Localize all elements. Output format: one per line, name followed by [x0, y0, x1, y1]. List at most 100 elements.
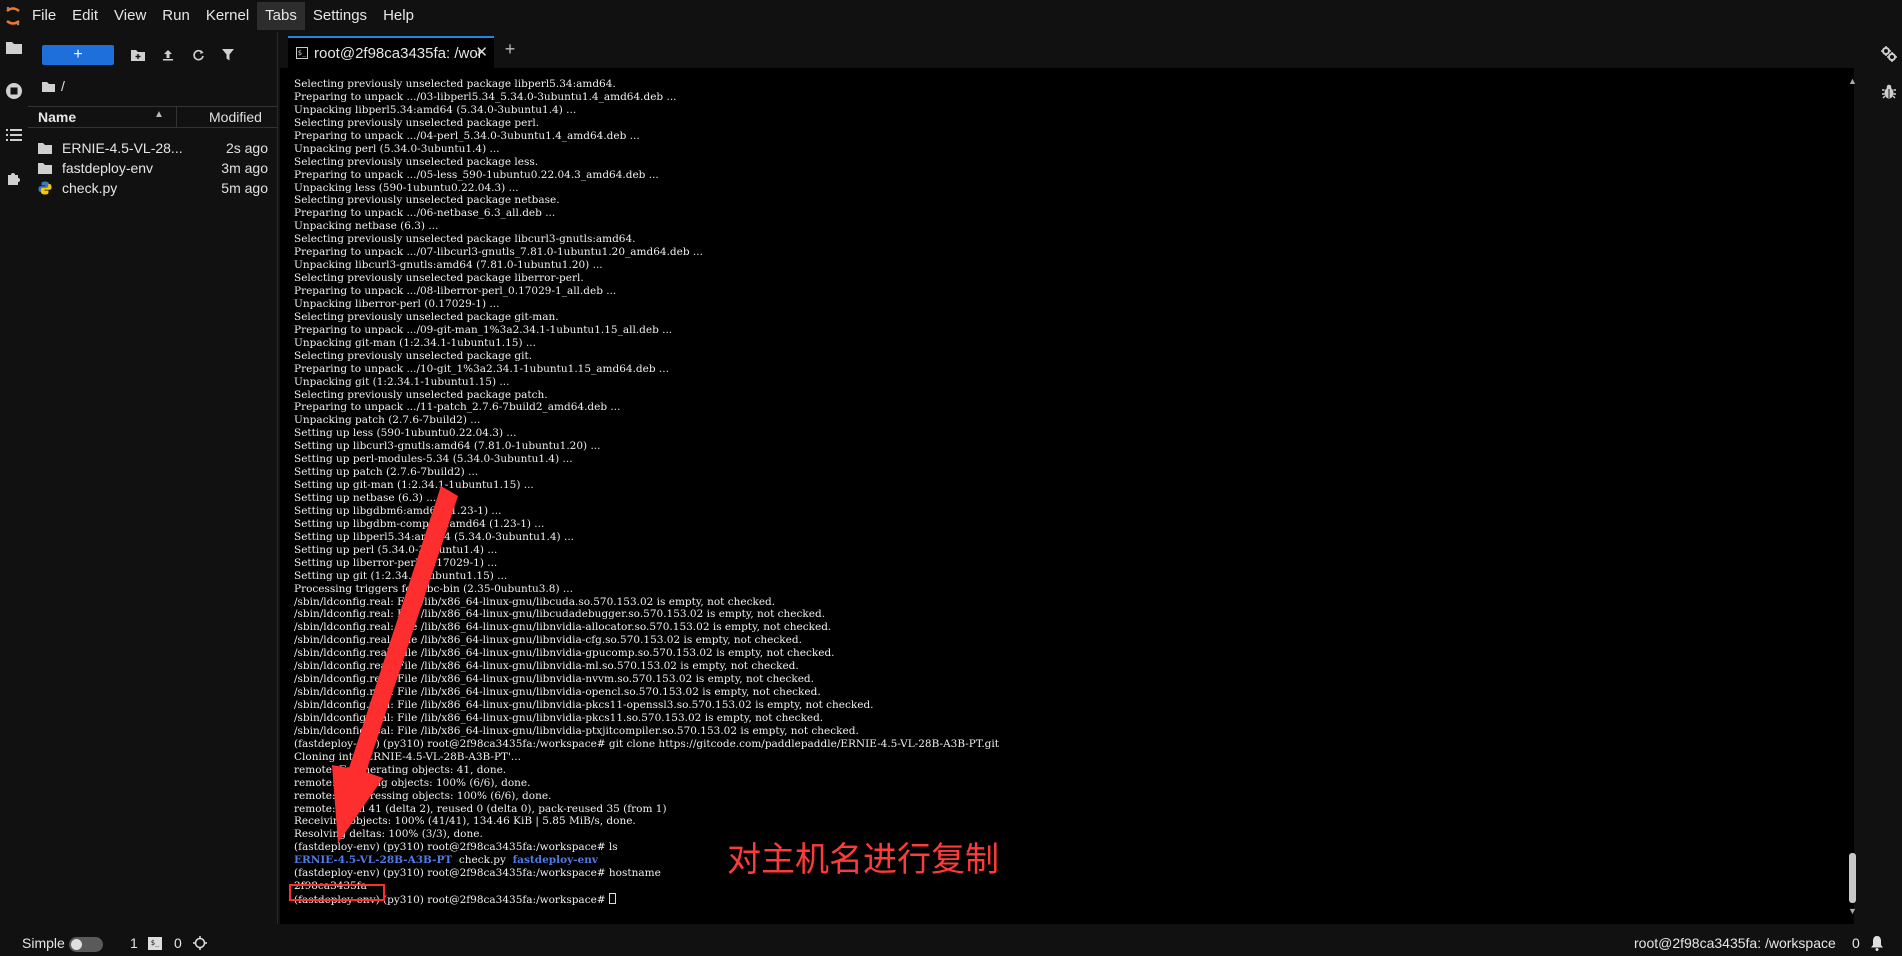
python-file-icon — [38, 181, 54, 195]
terminal-line: Preparing to unpack .../06-netbase_6.3_a… — [294, 207, 556, 220]
terminal-line: /sbin/ldconfig.real: File /lib/x86_64-li… — [294, 647, 835, 660]
refresh-icon[interactable] — [188, 46, 208, 64]
close-icon[interactable]: ✕ — [475, 43, 488, 61]
column-divider[interactable] — [176, 107, 177, 127]
new-folder-icon[interactable] — [128, 46, 148, 64]
menu-tabs[interactable]: Tabs — [257, 2, 305, 30]
filter-icon[interactable] — [218, 46, 238, 64]
terminal-line: (fastdeploy-env) (py310) root@2f98ca3435… — [294, 841, 618, 854]
scroll-down-icon[interactable]: ▼ — [1848, 906, 1857, 916]
terminal-line: Processing triggers for libc-bin (2.35-0… — [294, 582, 573, 595]
right-sidebar-rail — [1876, 32, 1902, 924]
terminal-line: Setting up libperl5.34:amd64 (5.34.0-3ub… — [294, 530, 575, 543]
terminal-count[interactable]: 1 — [130, 935, 138, 951]
menu-view[interactable]: View — [106, 2, 154, 30]
terminal-line: Preparing to unpack .../10-git_1%3a2.34.… — [294, 362, 669, 375]
breadcrumb: / — [42, 78, 65, 94]
terminal-line: /sbin/ldconfig.real: File /lib/x86_64-li… — [294, 699, 874, 711]
terminal-line: Selecting previously unselected package … — [294, 272, 584, 285]
terminal-line: /sbin/ldconfig.real: File /lib/x86_64-li… — [294, 621, 832, 634]
folder-icon — [38, 141, 54, 155]
simple-mode-label: Simple — [22, 935, 65, 951]
terminal-line: Selecting previously unselected package … — [294, 233, 636, 246]
terminal-output: Selecting previously unselected package … — [294, 78, 1818, 906]
terminal-icon[interactable]: $_ — [148, 937, 162, 950]
terminal-line: Setting up libcurl3-gnutls:amd64 (7.81.0… — [294, 440, 601, 453]
column-modified-header[interactable]: Modified — [209, 109, 262, 125]
terminal-line: Preparing to unpack .../08-liberror-perl… — [294, 285, 617, 297]
terminal-line: Setting up git (1:2.34.1-1ubuntu1.15) ..… — [294, 569, 508, 582]
file-list-item[interactable]: ERNIE-4.5-VL-28... 2s ago — [28, 138, 278, 158]
terminal-scrollbar[interactable]: ▲ ▼ — [1848, 76, 1858, 916]
sort-ascending-icon: ▲ — [154, 109, 164, 120]
toc-icon[interactable] — [0, 128, 27, 142]
menu-help[interactable]: Help — [375, 2, 422, 30]
menu-edit[interactable]: Edit — [64, 2, 106, 30]
annotation-text: 对主机名进行复制 — [727, 840, 999, 880]
scroll-up-icon[interactable]: ▲ — [1848, 76, 1857, 86]
debugger-icon[interactable] — [1876, 84, 1902, 100]
folder-icon[interactable] — [0, 40, 27, 54]
upload-icon[interactable] — [158, 46, 178, 64]
breadcrumb-root[interactable]: / — [61, 78, 65, 94]
menu-settings[interactable]: Settings — [305, 2, 375, 30]
file-browser-panel: + / Name ▲ Modified ERNIE-4.5-VL-28... 2… — [28, 32, 278, 924]
file-list-header: Name ▲ Modified — [28, 106, 278, 128]
bell-icon[interactable] — [1870, 935, 1884, 954]
file-modified: 3m ago — [221, 160, 268, 176]
file-list-item[interactable]: fastdeploy-env 3m ago — [28, 158, 278, 178]
terminal-line: Selecting previously unselected package … — [294, 78, 616, 90]
ls-spacer — [506, 854, 513, 866]
kernel-count[interactable]: 0 — [174, 935, 182, 951]
left-sidebar-rail — [0, 32, 27, 924]
terminal-line: Setting up libgdbm-compat4:amd64 (1.23-1… — [294, 517, 545, 530]
tab-terminal[interactable]: $_ root@2f98ca3435fa: /work ✕ — [288, 36, 494, 68]
terminal-line: Unpacking perl (5.34.0-3ubuntu1.4) ... — [294, 142, 500, 155]
terminal-line: /sbin/ldconfig.real: File /lib/x86_64-li… — [294, 595, 776, 608]
ls-dir-entry: fastdeploy-env — [512, 854, 598, 867]
running-icon[interactable] — [0, 82, 27, 100]
ls-spacer — [452, 854, 459, 866]
hostname-output-line[interactable]: 2f98ca3435fa — [294, 880, 1818, 893]
new-launcher-button[interactable]: + — [42, 45, 114, 65]
terminal-line: /sbin/ldconfig.real: File /lib/x86_64-li… — [294, 660, 799, 673]
terminal-line: Unpacking git (1:2.34.1-1ubuntu1.15) ... — [294, 375, 510, 388]
notification-count[interactable]: 0 — [1852, 935, 1860, 951]
terminal-line: Preparing to unpack .../04-perl_5.34.0-3… — [294, 129, 640, 142]
terminal-line: Unpacking libcurl3-gnutls:amd64 (7.81.0-… — [294, 259, 603, 272]
menu-file[interactable]: File — [24, 2, 64, 30]
menu-kernel[interactable]: Kernel — [198, 2, 257, 30]
terminal-line: remote: Total 41 (delta 2), reused 0 (de… — [294, 802, 667, 815]
hostname-highlight-box — [289, 884, 385, 901]
file-modified: 2s ago — [225, 140, 268, 156]
terminal-line: Preparing to unpack .../11-patch_2.7.6-7… — [294, 401, 621, 414]
property-inspector-icon[interactable] — [1876, 46, 1902, 62]
jupyter-logo-icon — [2, 0, 24, 32]
terminal-line: Unpacking liberror-perl (0.17029-1) ... — [294, 297, 500, 310]
terminal-line: Unpacking libperl5.34:amd64 (5.34.0-3ubu… — [294, 103, 577, 116]
add-tab-button[interactable]: + — [498, 38, 522, 62]
terminal-line: /sbin/ldconfig.real: File /lib/x86_64-li… — [294, 634, 802, 647]
ls-file-entry: check.py — [458, 854, 506, 867]
terminal-line: Unpacking git-man (1:2.34.1-1ubuntu1.15)… — [294, 336, 536, 349]
menu-run[interactable]: Run — [154, 2, 198, 30]
terminal-panel[interactable]: Selecting previously unselected package … — [280, 68, 1857, 924]
file-list-item[interactable]: check.py 5m ago — [28, 178, 278, 198]
terminal-line: Selecting previously unselected package … — [294, 194, 560, 207]
breadcrumb-folder-icon[interactable] — [42, 81, 55, 92]
terminal-line: Setting up netbase (6.3) ... — [294, 492, 437, 504]
kernel-icon[interactable] — [193, 936, 207, 953]
extension-icon[interactable] — [0, 170, 27, 186]
scrollbar-thumb[interactable] — [1849, 853, 1856, 903]
simple-mode-toggle[interactable] — [69, 937, 103, 952]
folder-icon — [38, 161, 54, 175]
terminal-line: remote: Compressing objects: 100% (6/6),… — [294, 789, 552, 802]
final-prompt-line[interactable]: (fastdeploy-env) (py310) root@2f98ca3435… — [294, 893, 1818, 906]
terminal-line: /sbin/ldconfig.real: File /lib/x86_64-li… — [294, 711, 824, 724]
terminal-cursor — [608, 893, 616, 905]
terminal-line: Selecting previously unselected package … — [294, 116, 540, 129]
terminal-line: Preparing to unpack .../03-libperl5.34_5… — [294, 90, 677, 103]
ls-dir-entry: ERNIE-4.5-VL-28B-A3B-PT — [294, 854, 453, 867]
column-name-header[interactable]: Name — [38, 109, 76, 125]
terminal-line: Resolving deltas: 100% (3/3), done. — [294, 828, 483, 841]
